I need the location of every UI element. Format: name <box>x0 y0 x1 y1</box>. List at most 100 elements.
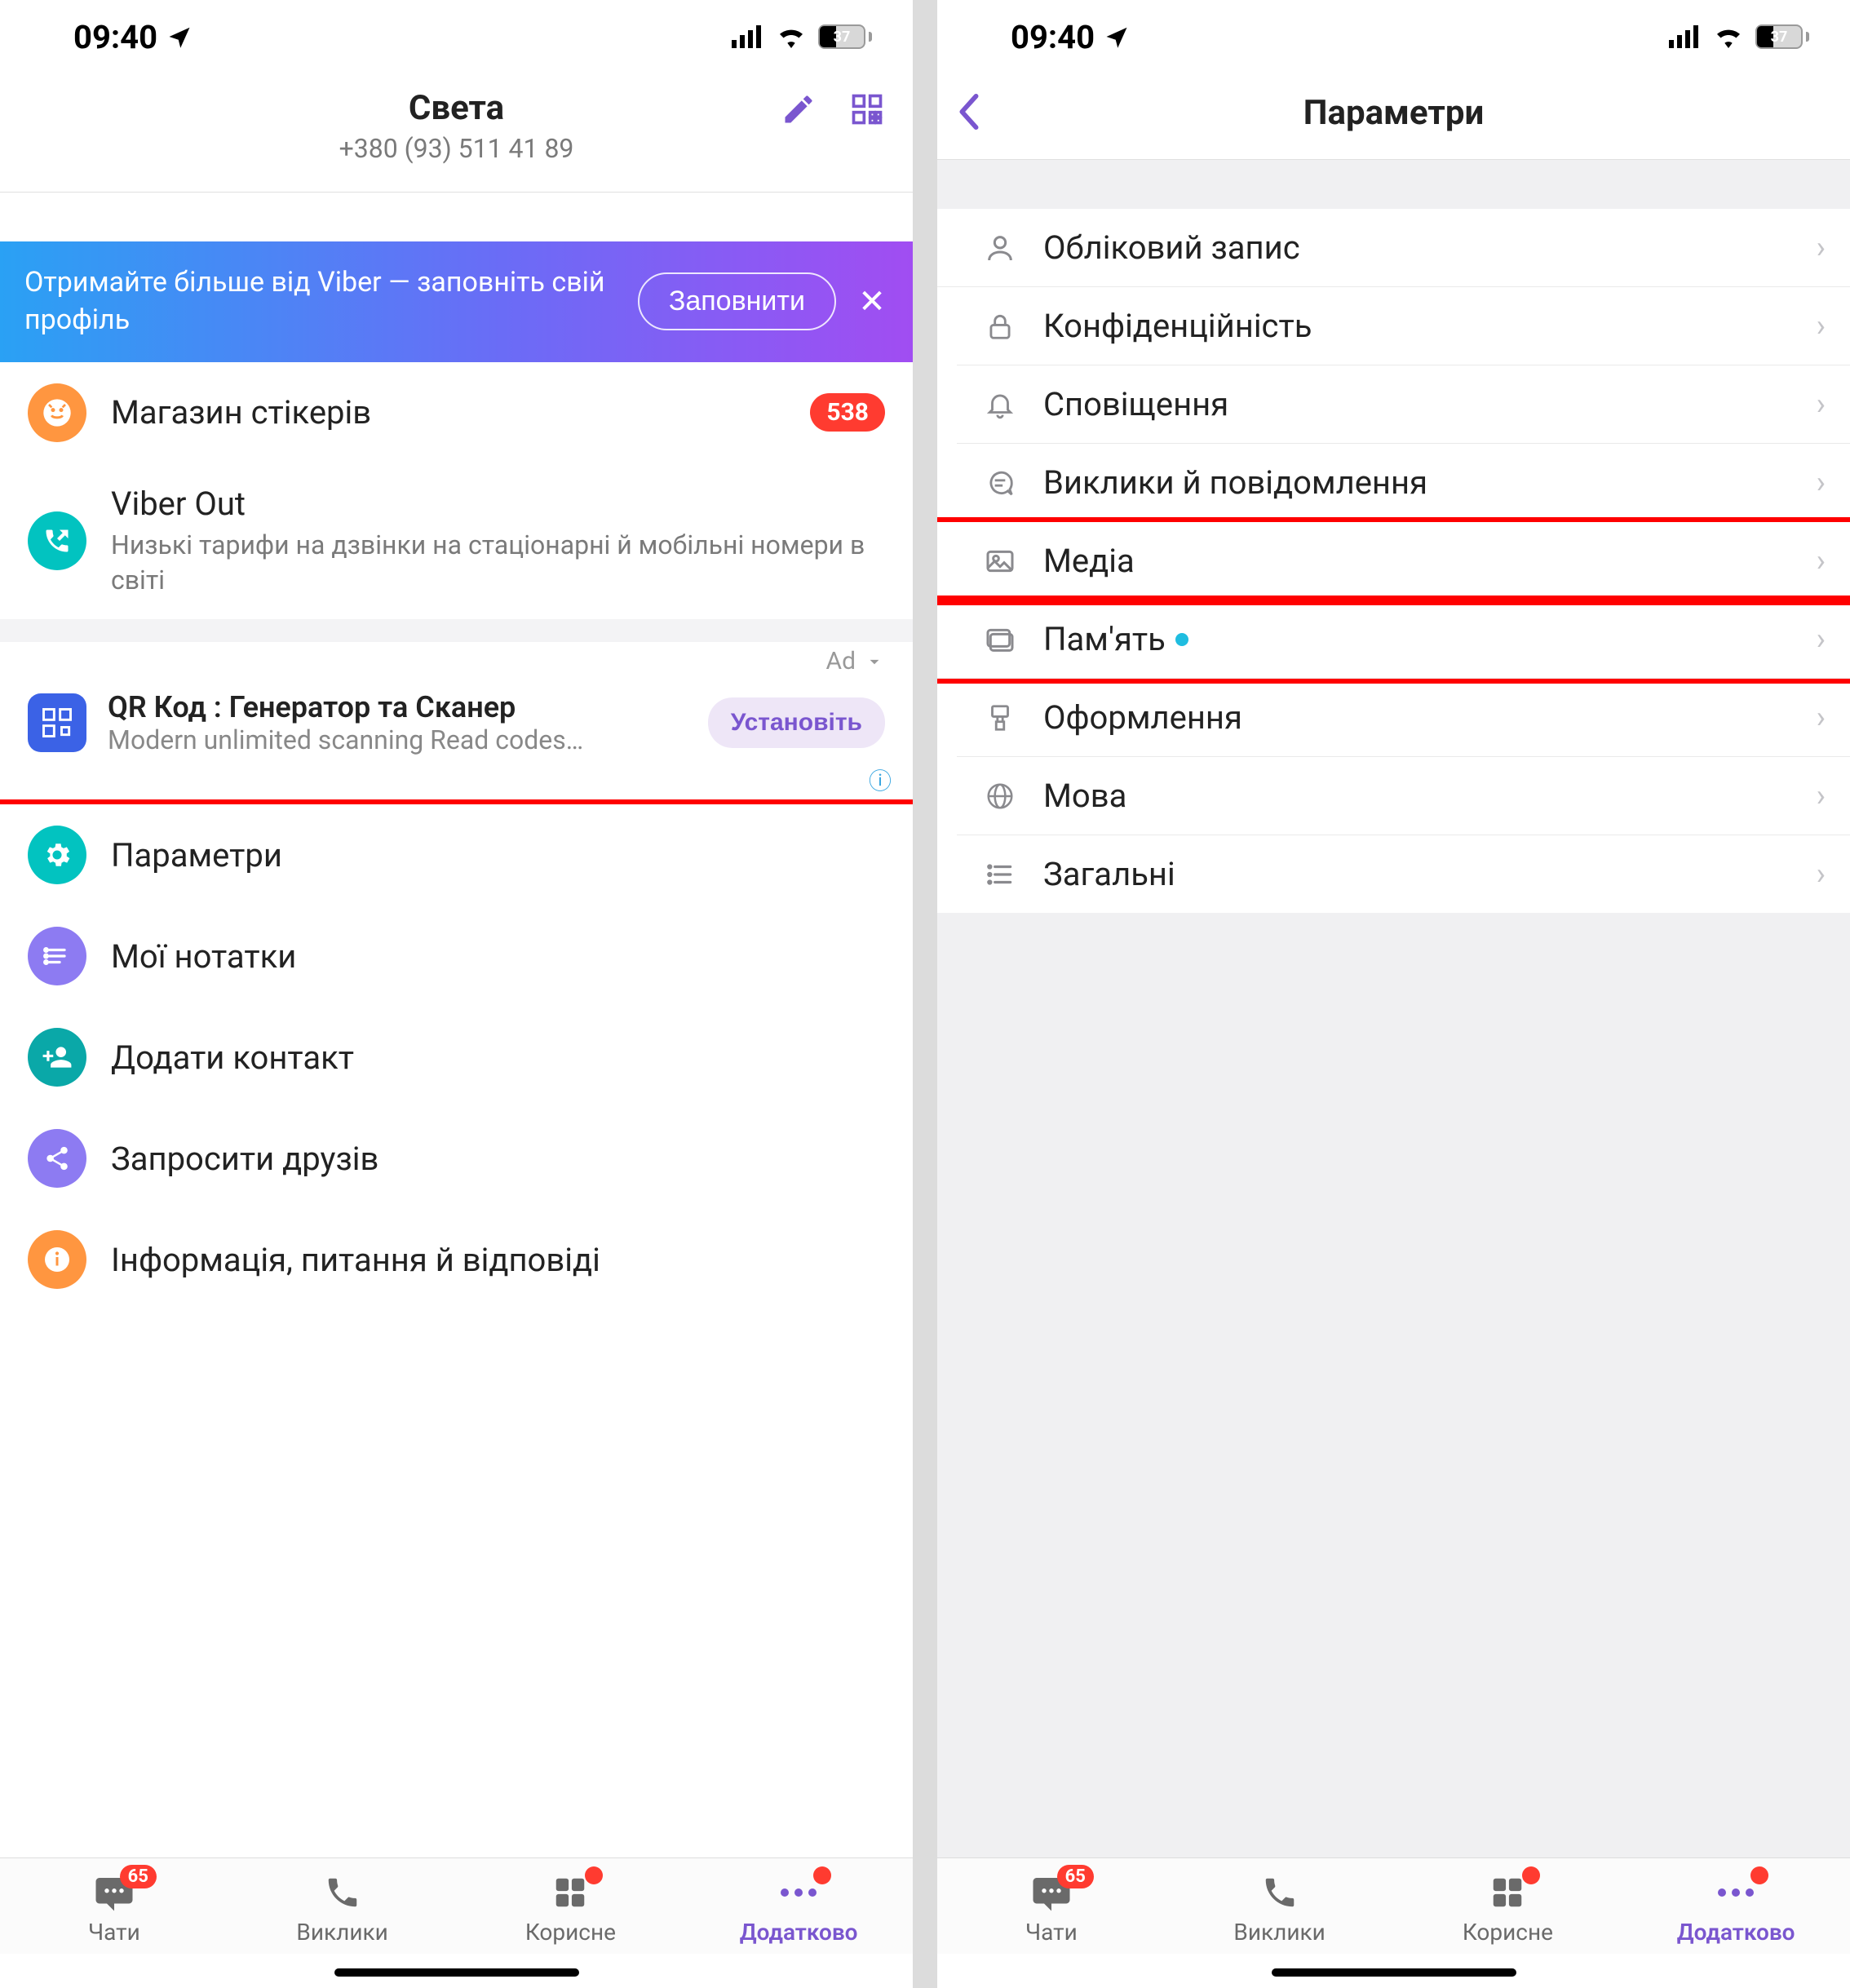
sticker-badge: 538 <box>810 393 885 432</box>
brush-icon <box>981 699 1019 737</box>
notes-label: Мої нотатки <box>111 937 885 976</box>
media-label: Медіа <box>1043 542 1792 580</box>
screen-settings: 09:40 37 Параметри <box>937 0 1850 1988</box>
chevron-right-icon: › <box>1817 622 1826 658</box>
wifi-icon <box>1713 25 1744 48</box>
viberout-sub: Низькі тарифи на дзвінки на стаціонарні … <box>111 528 885 598</box>
row-account[interactable]: Обліковий запис › <box>937 209 1850 287</box>
tab-more-dot <box>1750 1866 1768 1884</box>
ad-tag: Ad <box>826 647 856 675</box>
chevron-right-icon: › <box>1817 465 1826 501</box>
row-my-notes[interactable]: Мої нотатки <box>0 905 913 1007</box>
tab-calls-label: Виклики <box>296 1919 387 1946</box>
ad-info-icon[interactable]: ⓘ <box>0 762 913 804</box>
more-icon <box>778 1884 819 1901</box>
tab-more-label: Додатково <box>740 1919 858 1946</box>
tab-chats-label: Чати <box>1025 1919 1078 1946</box>
tab-more[interactable]: Додатково <box>1622 1873 1850 1946</box>
tab-useful-label: Корисне <box>525 1919 616 1946</box>
general-label: Загальні <box>1043 855 1792 893</box>
storage-icon <box>981 621 1019 658</box>
battery-icon: 37 <box>818 24 872 49</box>
sticker-label: Магазин стікерів <box>111 393 786 432</box>
row-invite-friends[interactable]: Запросити друзів <box>0 1108 913 1209</box>
tab-more[interactable]: Додатково <box>684 1873 913 1946</box>
tab-calls[interactable]: Виклики <box>1166 1873 1394 1946</box>
home-indicator[interactable] <box>334 1968 579 1977</box>
tab-chats[interactable]: 65 Чати <box>0 1873 228 1946</box>
message-icon <box>981 464 1019 502</box>
tab-chats-badge: 65 <box>1057 1865 1094 1888</box>
tab-chats[interactable]: 65 Чати <box>937 1873 1166 1946</box>
location-icon <box>1104 24 1129 49</box>
storage-dot <box>1175 633 1188 646</box>
status-time: 09:40 <box>1011 18 1095 56</box>
add-contact-label: Додати контакт <box>111 1038 885 1077</box>
row-settings[interactable]: Параметри <box>0 799 913 910</box>
notes-icon <box>42 941 72 971</box>
banner-fill-button[interactable]: Заповнити <box>638 272 836 330</box>
nav-title: Параметри <box>1303 93 1484 133</box>
tab-useful[interactable]: Корисне <box>1394 1873 1622 1946</box>
signal-icon <box>1669 25 1702 48</box>
row-storage[interactable]: Пам'ять › <box>937 600 1850 679</box>
row-viber-out[interactable]: Viber Out Низькі тарифи на дзвінки на ст… <box>0 463 913 619</box>
account-label: Обліковий запис <box>1043 228 1792 267</box>
chevron-right-icon: › <box>1817 543 1826 579</box>
ad-row[interactable]: QR Код : Генератор та Сканер Modern unli… <box>0 675 913 762</box>
chevron-right-icon: › <box>1817 387 1826 423</box>
tab-useful[interactable]: Корисне <box>457 1873 685 1946</box>
settings-label: Параметри <box>111 836 885 874</box>
ad-header: Ad <box>0 642 913 675</box>
tab-chats-label: Чати <box>88 1919 140 1946</box>
tab-more-label: Додатково <box>1677 1919 1795 1946</box>
calls-label: Виклики й повідомлення <box>1043 463 1792 502</box>
tab-more-dot <box>813 1866 831 1884</box>
notifications-label: Сповіщення <box>1043 385 1792 423</box>
media-icon <box>981 542 1019 580</box>
tab-calls-label: Виклики <box>1233 1919 1325 1946</box>
globe-icon <box>981 777 1019 815</box>
battery-icon: 37 <box>1755 24 1809 49</box>
phone-icon <box>1261 1874 1299 1911</box>
row-privacy[interactable]: Конфіденційність › <box>957 287 1850 365</box>
storage-label: Пам'ять <box>1043 620 1792 658</box>
phone-icon <box>324 1874 361 1911</box>
row-language[interactable]: Мова › <box>957 757 1850 835</box>
row-general[interactable]: Загальні › <box>957 835 1850 913</box>
qr-icon[interactable] <box>849 91 885 127</box>
row-add-contact[interactable]: Додати контакт <box>0 1007 913 1108</box>
chevron-down-icon[interactable] <box>864 651 885 672</box>
info-label: Інформація, питання й відповіді <box>111 1241 885 1279</box>
home-indicator[interactable] <box>1272 1968 1516 1977</box>
ad-sub: Modern unlimited scanning Read codes… <box>108 724 687 755</box>
chevron-right-icon: › <box>1817 700 1826 736</box>
tab-calls[interactable]: Виклики <box>228 1873 457 1946</box>
chevron-right-icon: › <box>1817 778 1826 814</box>
row-calls-messages[interactable]: Виклики й повідомлення › <box>957 444 1850 522</box>
account-icon <box>981 229 1019 267</box>
back-button[interactable] <box>957 93 980 131</box>
tab-useful-dot <box>585 1866 603 1884</box>
row-appearance[interactable]: Оформлення › <box>957 679 1850 757</box>
banner-close-icon[interactable]: ✕ <box>856 282 888 321</box>
row-media[interactable]: Медіа › <box>937 522 1850 600</box>
row-notifications[interactable]: Сповіщення › <box>957 365 1850 444</box>
more-icon <box>1715 1884 1756 1901</box>
info-icon <box>42 1245 72 1274</box>
chevron-right-icon: › <box>1817 308 1826 344</box>
ad-install-button[interactable]: Установіть <box>708 697 885 748</box>
share-icon <box>43 1145 71 1172</box>
signal-icon <box>732 25 764 48</box>
language-label: Мова <box>1043 777 1792 815</box>
phone-out-icon <box>42 526 72 556</box>
row-info[interactable]: Інформація, питання й відповіді <box>0 1209 913 1310</box>
status-bar: 09:40 37 <box>0 0 913 73</box>
list-icon <box>981 856 1019 893</box>
edit-icon[interactable] <box>781 91 817 127</box>
privacy-label: Конфіденційність <box>1043 307 1792 345</box>
row-sticker-store[interactable]: Магазин стікерів 538 <box>0 362 913 463</box>
settings-body: Обліковий запис › Конфіденційність › Спо… <box>937 160 1850 1857</box>
divider <box>0 619 913 642</box>
location-icon <box>167 24 192 49</box>
